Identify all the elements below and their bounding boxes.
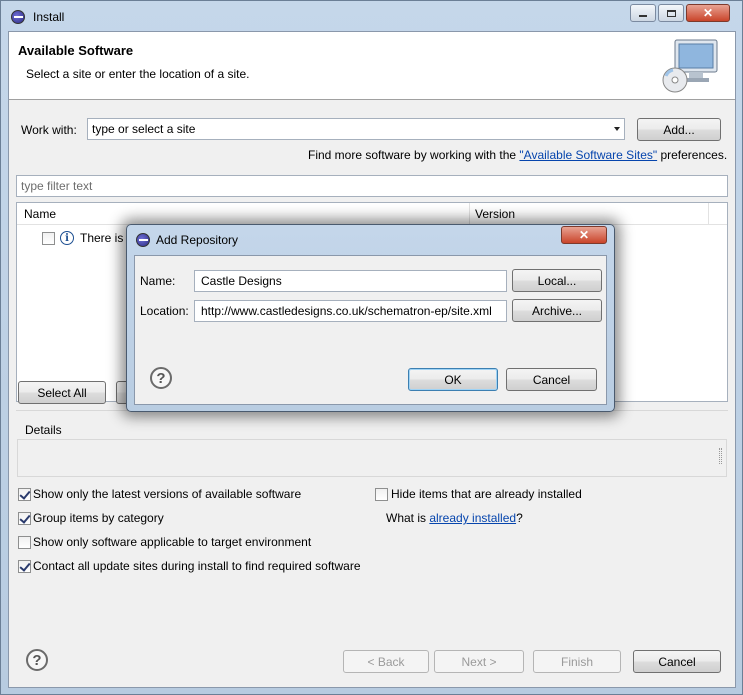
group-by-category-label: Group items by category — [33, 511, 164, 525]
name-value: Castle Designs — [201, 274, 282, 288]
location-value: http://www.castledesigns.co.uk/schematro… — [201, 304, 492, 318]
maximize-icon — [666, 9, 676, 17]
already-installed-link[interactable]: already installed — [429, 511, 516, 525]
details-section: Details — [16, 410, 728, 478]
available-software-sites-link[interactable]: "Available Software Sites" — [519, 148, 657, 162]
contact-update-sites-label: Contact all update sites during install … — [33, 559, 361, 573]
dialog-title: Add Repository — [156, 233, 239, 247]
cancel-button[interactable]: Cancel — [633, 650, 721, 673]
page-title: Available Software — [18, 43, 134, 58]
dialog-cancel-button[interactable]: Cancel — [506, 368, 597, 391]
minimize-icon — [639, 15, 647, 17]
target-environment-label: Show only software applicable to target … — [33, 535, 312, 549]
eclipse-icon — [136, 233, 150, 247]
scrollbar[interactable] — [719, 448, 722, 464]
location-field[interactable]: http://www.castledesigns.co.uk/schematro… — [194, 300, 507, 322]
find-more-suffix: preferences. — [657, 148, 728, 162]
chevron-down-icon — [614, 127, 620, 131]
filter-input[interactable]: type filter text — [16, 175, 728, 197]
back-button[interactable]: < Back — [343, 650, 429, 673]
what-is-installed-text: What is already installed? — [386, 511, 523, 525]
name-field[interactable]: Castle Designs — [194, 270, 507, 292]
column-header-name[interactable]: Name — [24, 207, 56, 221]
name-label: Name: — [140, 274, 176, 288]
select-all-button[interactable]: Select All — [18, 381, 106, 404]
ok-button[interactable]: OK — [408, 368, 498, 391]
show-latest-checkbox[interactable] — [18, 488, 31, 501]
computer-cd-icon — [662, 39, 718, 93]
info-icon: i — [60, 231, 74, 245]
work-with-label: Work with: — [21, 123, 77, 137]
column-divider[interactable] — [469, 203, 470, 225]
banner: Available Software Select a site or ente… — [9, 32, 735, 100]
location-label: Location: — [140, 304, 189, 318]
show-latest-label: Show only the latest versions of availab… — [33, 487, 302, 501]
tree-header: Name Version — [17, 203, 727, 225]
close-button[interactable]: ✕ — [686, 4, 730, 22]
work-with-combo[interactable]: type or select a site — [87, 118, 625, 140]
dialog-client-area: Name: Castle Designs Local... Location: … — [134, 255, 607, 405]
title-bar[interactable]: Install ✕ — [1, 1, 742, 31]
details-label: Details — [25, 423, 62, 437]
help-icon[interactable]: ? — [150, 367, 172, 389]
column-divider[interactable] — [708, 203, 709, 225]
work-with-value: type or select a site — [92, 122, 196, 136]
help-icon[interactable]: ? — [26, 649, 48, 671]
add-site-button[interactable]: Add... — [637, 118, 721, 141]
next-button[interactable]: Next > — [434, 650, 524, 673]
local-button[interactable]: Local... — [512, 269, 602, 292]
hide-installed-checkbox[interactable] — [375, 488, 388, 501]
minimize-button[interactable] — [630, 4, 656, 22]
tree-row-checkbox[interactable] — [42, 232, 55, 245]
find-more-prefix: Find more software by working with the — [308, 148, 520, 162]
what-is-prefix: What is — [386, 511, 430, 525]
finish-button[interactable]: Finish — [533, 650, 621, 673]
archive-button[interactable]: Archive... — [512, 299, 602, 322]
page-description: Select a site or enter the location of a… — [26, 67, 250, 81]
eclipse-icon — [11, 10, 25, 24]
add-repository-dialog: Add Repository ✕ Name: Castle Designs Lo… — [126, 224, 615, 412]
filter-placeholder: type filter text — [21, 179, 93, 193]
close-icon: ✕ — [578, 228, 590, 242]
column-header-version[interactable]: Version — [475, 207, 515, 221]
hide-installed-label: Hide items that are already installed — [391, 487, 582, 501]
close-icon: ✕ — [702, 6, 714, 20]
target-environment-checkbox[interactable] — [18, 536, 31, 549]
find-more-text: Find more software by working with the "… — [308, 148, 727, 162]
contact-update-sites-checkbox[interactable] — [18, 560, 31, 573]
details-text-area[interactable] — [17, 439, 727, 477]
window-title: Install — [33, 10, 65, 24]
group-by-category-checkbox[interactable] — [18, 512, 31, 525]
dialog-close-button[interactable]: ✕ — [561, 226, 607, 244]
what-is-suffix: ? — [516, 511, 523, 525]
maximize-button[interactable] — [658, 4, 684, 22]
